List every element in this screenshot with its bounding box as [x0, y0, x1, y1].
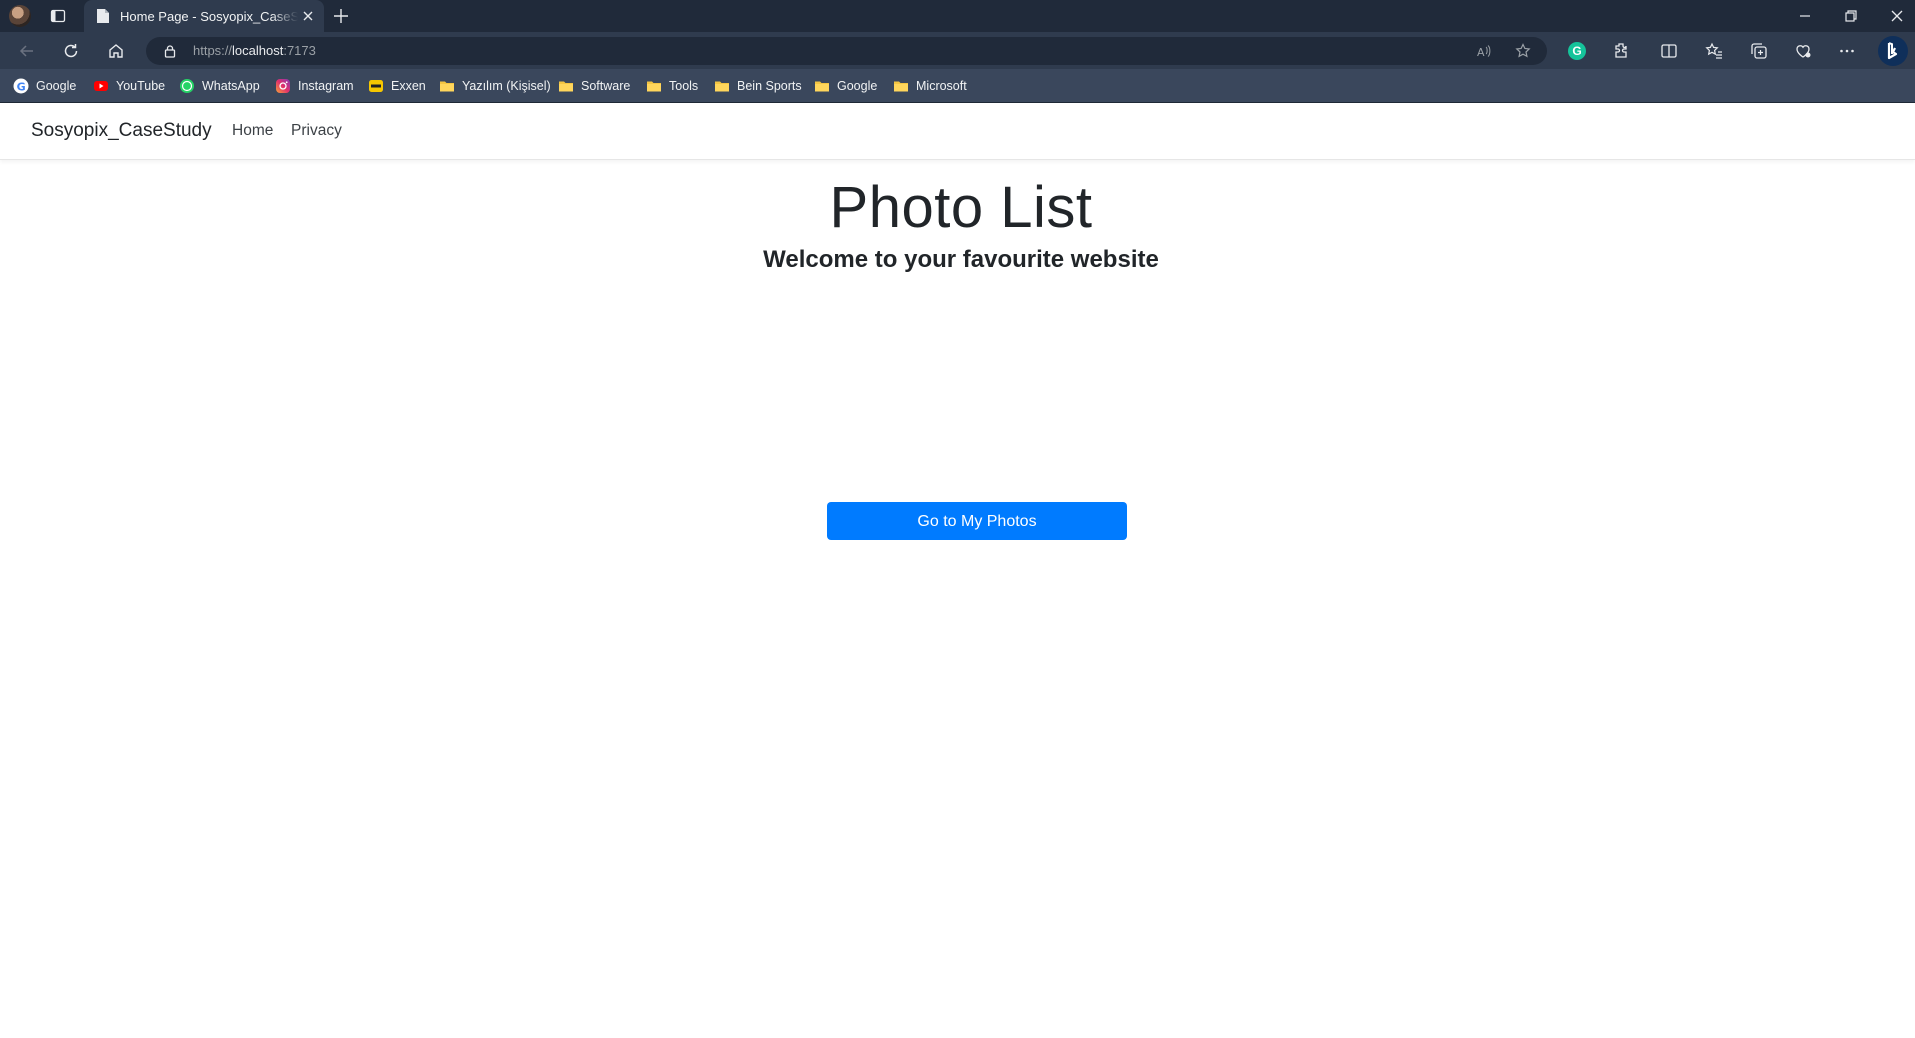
- site-navbar: Sosyopix_CaseStudy Home Privacy: [0, 103, 1915, 160]
- tab-actions-icon[interactable]: [50, 8, 66, 24]
- extensions-icon[interactable]: [1612, 42, 1630, 60]
- folder-icon: [440, 81, 454, 92]
- youtube-icon: [94, 81, 108, 91]
- close-window-icon[interactable]: [1889, 8, 1905, 24]
- folder-icon: [815, 81, 829, 92]
- bookmark-label: Software: [581, 79, 631, 93]
- whatsapp-icon: [180, 79, 194, 93]
- close-tab-icon[interactable]: [302, 10, 314, 22]
- browser-toolbar: https://localhost:7173 A G: [0, 32, 1915, 69]
- bookmark-label: YouTube: [116, 79, 166, 93]
- active-tab[interactable]: Home Page - Sosyopix_CaseStudy: [84, 0, 324, 32]
- bookmark-label: Google: [36, 79, 77, 93]
- lock-icon[interactable]: [163, 44, 177, 58]
- minimize-icon[interactable]: [1797, 8, 1813, 24]
- page-icon: [97, 9, 109, 23]
- back-icon[interactable]: [18, 42, 36, 60]
- site-brand-link[interactable]: Sosyopix_CaseStudy: [31, 120, 212, 142]
- split-screen-icon[interactable]: [1660, 42, 1678, 60]
- exxen-icon: [369, 80, 383, 92]
- url-scheme: https://: [193, 43, 233, 58]
- url-port: :7173: [283, 43, 316, 58]
- bookmark-label: WhatsApp: [202, 79, 260, 93]
- bookmark-label: Instagram: [298, 79, 354, 93]
- read-aloud-icon[interactable]: A: [1476, 43, 1492, 59]
- go-to-my-photos-button[interactable]: Go to My Photos: [827, 502, 1127, 540]
- folder-icon: [559, 81, 573, 92]
- bookmark-label: Exxen: [391, 79, 426, 93]
- bookmark-label: Bein Sports: [737, 79, 802, 93]
- svg-text:G: G: [17, 80, 26, 93]
- favorite-star-icon[interactable]: [1515, 43, 1531, 59]
- tab-title: Home Page - Sosyopix_CaseStudy: [120, 9, 298, 24]
- bing-copilot-icon[interactable]: [1878, 36, 1908, 66]
- refresh-icon[interactable]: [62, 42, 80, 60]
- grammarly-extension-icon[interactable]: G: [1568, 42, 1586, 60]
- bookmark-label: Google: [837, 79, 878, 93]
- google-icon: G: [13, 78, 29, 94]
- browser-essentials-icon[interactable]: [1794, 42, 1812, 60]
- profile-avatar[interactable]: [9, 5, 31, 27]
- home-icon[interactable]: [107, 42, 125, 60]
- folder-icon: [715, 81, 729, 92]
- browser-title-bar: Home Page - Sosyopix_CaseStudy: [0, 0, 1915, 32]
- restore-icon[interactable]: [1843, 8, 1859, 24]
- page-subtitle: Welcome to your favourite website: [763, 246, 1159, 273]
- bookmarks-bar: G Google YouTube WhatsApp Instagram Exxe…: [0, 69, 1915, 103]
- url-text[interactable]: https://localhost:7173: [193, 43, 316, 58]
- address-bar[interactable]: https://localhost:7173 A: [146, 37, 1547, 65]
- url-host: localhost: [232, 43, 284, 58]
- bookmark-label: Yazılım (Kişisel): [462, 79, 551, 93]
- new-tab-icon[interactable]: [333, 8, 349, 24]
- page-title: Photo List: [829, 175, 1093, 240]
- favorites-icon[interactable]: [1705, 42, 1723, 60]
- bookmark-label: Microsoft: [916, 79, 967, 93]
- collections-icon[interactable]: [1750, 42, 1768, 60]
- nav-link-home[interactable]: Home: [232, 122, 273, 140]
- bookmark-label: Tools: [669, 79, 699, 93]
- folder-icon: [647, 81, 661, 92]
- folder-icon: [894, 81, 908, 92]
- more-options-icon[interactable]: [1838, 42, 1856, 60]
- instagram-icon: [276, 79, 290, 93]
- nav-link-privacy[interactable]: Privacy: [291, 122, 342, 140]
- svg-text:A: A: [1477, 46, 1485, 59]
